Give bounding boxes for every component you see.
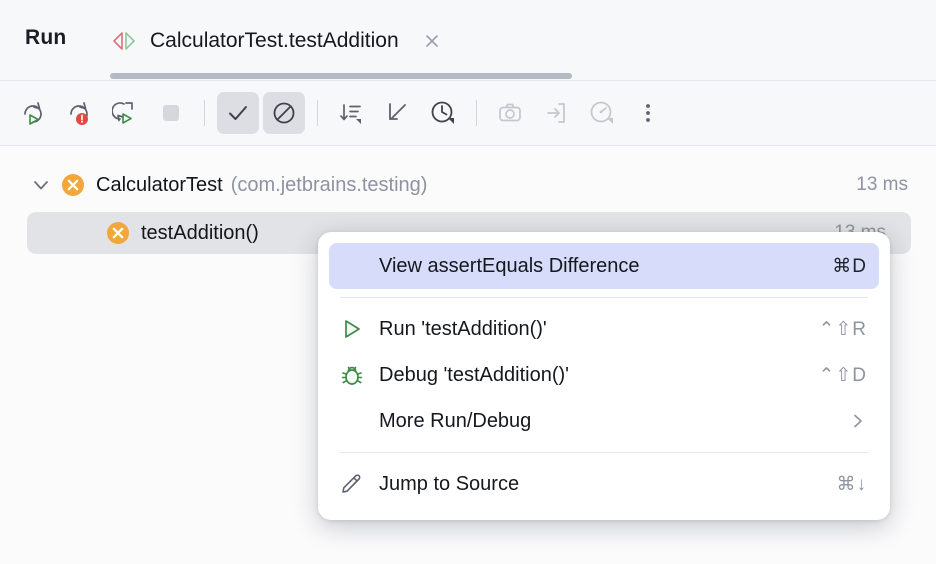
run-toolbar	[0, 81, 936, 145]
test-duration: 13 ms	[856, 174, 908, 195]
menu-icon-placeholder	[339, 408, 365, 434]
history-button[interactable]	[422, 92, 464, 134]
toolbar-separator	[317, 100, 318, 126]
diff-compare-icon	[110, 29, 138, 53]
import-tests-button[interactable]	[535, 92, 577, 134]
test-package-name: (com.jetbrains.testing)	[230, 173, 428, 196]
performance-button[interactable]	[581, 92, 623, 134]
menu-item-shortcut: ⌃⇧D	[818, 364, 867, 386]
menu-divider	[340, 452, 868, 453]
menu-item-shortcut: ⌘D	[832, 255, 867, 277]
chevron-right-icon	[849, 412, 867, 430]
test-method-name: testAddition()	[141, 221, 259, 244]
show-passed-button[interactable]	[217, 92, 259, 134]
context-menu: View assertEquals Difference ⌘D Run 'tes…	[318, 232, 890, 520]
run-play-icon	[339, 316, 365, 342]
menu-item-shortcut: ⌘↓	[836, 473, 867, 495]
menu-item-debug-test[interactable]: Debug 'testAddition()' ⌃⇧D	[329, 352, 879, 398]
screenshot-button[interactable]	[489, 92, 531, 134]
tab-active-underline	[110, 73, 572, 79]
run-tool-window-header: Run CalculatorTest.testAddition	[0, 0, 936, 81]
chevron-down-icon[interactable]	[30, 174, 52, 196]
more-options-button[interactable]	[627, 92, 669, 134]
rerun-tests-button[interactable]	[12, 92, 54, 134]
menu-item-view-assert-equals-difference[interactable]: View assertEquals Difference ⌘D	[329, 243, 879, 289]
menu-divider	[340, 297, 868, 298]
menu-item-run-test[interactable]: Run 'testAddition()' ⌃⇧R	[329, 306, 879, 352]
menu-item-label: Jump to Source	[379, 472, 520, 495]
pencil-icon	[339, 471, 365, 497]
test-failed-icon	[60, 172, 86, 198]
menu-item-label: View assertEquals Difference	[379, 254, 640, 277]
sort-button[interactable]	[330, 92, 372, 134]
page-title: Run	[25, 26, 67, 49]
menu-item-more-run-debug[interactable]: More Run/Debug	[329, 398, 879, 444]
rerun-failed-tests-button[interactable]	[58, 92, 100, 134]
menu-item-jump-to-source[interactable]: Jump to Source ⌘↓	[329, 461, 879, 507]
menu-item-label: More Run/Debug	[379, 409, 532, 432]
menu-icon-placeholder	[339, 253, 365, 279]
close-icon[interactable]	[421, 30, 443, 52]
test-failed-icon	[105, 220, 131, 246]
toolbar-separator	[476, 100, 477, 126]
menu-item-label: Run 'testAddition()'	[379, 317, 547, 340]
table-row[interactable]: CalculatorTest (com.jetbrains.testing) 1…	[0, 164, 936, 206]
test-class-name: CalculatorTest	[96, 173, 223, 196]
debug-bug-icon	[339, 362, 365, 388]
toolbar-separator	[204, 100, 205, 126]
menu-item-label: Debug 'testAddition()'	[379, 363, 569, 386]
toggle-auto-test-button[interactable]	[104, 92, 146, 134]
menu-item-shortcut: ⌃⇧R	[818, 318, 867, 340]
tab-calculator-test[interactable]: CalculatorTest.testAddition	[110, 0, 443, 81]
tab-label: CalculatorTest.testAddition	[150, 28, 399, 52]
stop-button[interactable]	[150, 92, 192, 134]
show-ignored-button[interactable]	[263, 92, 305, 134]
collapse-all-button[interactable]	[376, 92, 418, 134]
